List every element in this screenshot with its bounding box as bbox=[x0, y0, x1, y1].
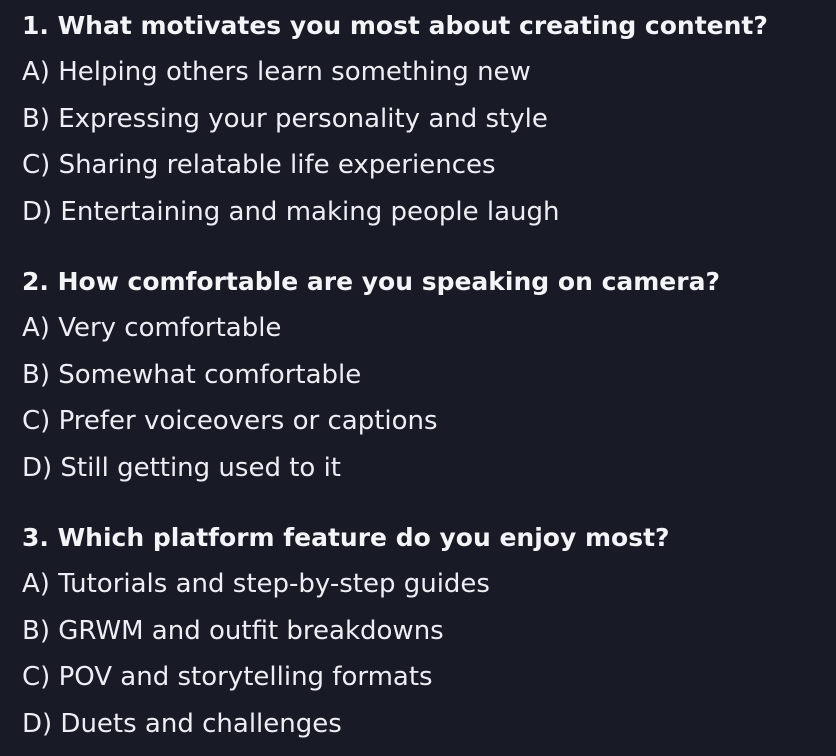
option-b[interactable]: B) Expressing your personality and style bbox=[22, 96, 768, 143]
option-list: A) Tutorials and step-by-step guides B) … bbox=[22, 561, 670, 747]
option-d[interactable]: D) Still getting used to it bbox=[22, 445, 720, 492]
question-title: 3. Which platform feature do you enjoy m… bbox=[22, 523, 670, 552]
question-1: 1. What motivates you most about creatin… bbox=[22, 3, 768, 235]
option-list: A) Very comfortable B) Somewhat comforta… bbox=[22, 305, 720, 491]
quiz-page: 1. What motivates you most about creatin… bbox=[0, 0, 836, 756]
option-b[interactable]: B) Somewhat comfortable bbox=[22, 352, 720, 399]
question-title: 1. What motivates you most about creatin… bbox=[22, 11, 768, 40]
option-list: A) Helping others learn something new B)… bbox=[22, 49, 768, 235]
option-b[interactable]: B) GRWM and outfit breakdowns bbox=[22, 608, 670, 655]
question-3: 3. Which platform feature do you enjoy m… bbox=[22, 515, 670, 747]
option-a[interactable]: A) Tutorials and step-by-step guides bbox=[22, 561, 670, 608]
option-c[interactable]: C) POV and storytelling formats bbox=[22, 654, 670, 701]
question-2: 2. How comfortable are you speaking on c… bbox=[22, 259, 720, 491]
option-c[interactable]: C) Sharing relatable life experiences bbox=[22, 142, 768, 189]
option-d[interactable]: D) Entertaining and making people laugh bbox=[22, 189, 768, 236]
option-a[interactable]: A) Very comfortable bbox=[22, 305, 720, 352]
option-c[interactable]: C) Prefer voiceovers or captions bbox=[22, 398, 720, 445]
question-title: 2. How comfortable are you speaking on c… bbox=[22, 267, 720, 296]
option-a[interactable]: A) Helping others learn something new bbox=[22, 49, 768, 96]
option-d[interactable]: D) Duets and challenges bbox=[22, 701, 670, 748]
